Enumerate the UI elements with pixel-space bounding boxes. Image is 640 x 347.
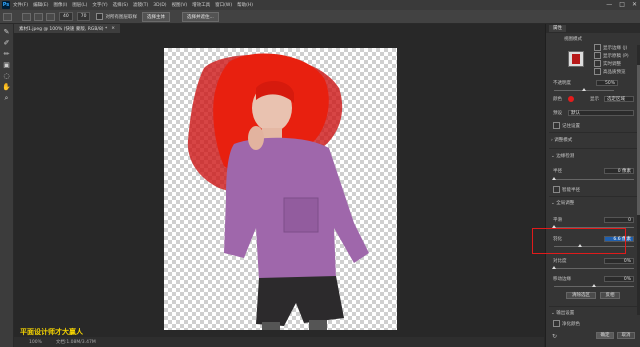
select-and-mask-button[interactable]: 选择并遮住...: [181, 11, 219, 22]
smooth-field[interactable]: 0: [604, 217, 634, 223]
decontaminate-option[interactable]: 净化颜色: [553, 320, 580, 327]
shift-edge-slider[interactable]: [554, 284, 634, 287]
menu-plugins[interactable]: 增效工具: [192, 2, 210, 8]
feather-highlight-box: [532, 228, 626, 254]
shift-edge-label: 移动边缘: [553, 277, 571, 282]
contrast-slider[interactable]: [552, 266, 634, 269]
hardness-field[interactable]: 70: [76, 12, 91, 21]
menu-bar: Ps 文件(F) 编辑(E) 图像(I) 图层(L) 文字(Y) 选择(S) 滤…: [0, 0, 640, 10]
watermark-text: 平面设计师才大赢人: [20, 328, 83, 336]
leather-shorts: [256, 276, 344, 326]
menu-window[interactable]: 窗口(W): [215, 2, 232, 8]
invert-button[interactable]: 反相: [600, 292, 620, 299]
view-mode-label: 视图模式: [564, 37, 582, 42]
object-select-icon[interactable]: ▣: [2, 61, 11, 70]
output-settings-section[interactable]: ⌄ 输出设置: [551, 310, 574, 316]
contrast-label: 对比度: [553, 259, 567, 264]
window-controls: — □ ✕: [606, 1, 637, 8]
opacity-slider-knob[interactable]: [582, 88, 586, 91]
cancel-button[interactable]: 取消: [617, 332, 635, 339]
remember-settings-option[interactable]: 记住设置: [553, 122, 580, 129]
preset-label: 预设: [553, 111, 562, 116]
adjust-mode-section[interactable]: › 调整模式: [551, 137, 572, 143]
new-selection-icon[interactable]: [22, 12, 31, 21]
menu-help[interactable]: 帮助(H): [237, 2, 253, 8]
opacity-label: 不透明度: [553, 81, 571, 86]
maximize-button[interactable]: □: [619, 1, 625, 8]
menu-file[interactable]: 文件(F): [13, 2, 28, 8]
smart-radius-option[interactable]: 智能半径: [553, 186, 580, 193]
minimize-button[interactable]: —: [606, 1, 612, 8]
select-subject-button[interactable]: 选择主体: [141, 11, 170, 22]
global-adjust-section[interactable]: ⌄ 全局调整: [551, 200, 574, 206]
menu-view[interactable]: 视图(V): [172, 2, 188, 8]
subtract-selection-icon[interactable]: [46, 12, 55, 21]
close-window-button[interactable]: ✕: [632, 1, 637, 8]
smooth-label: 平滑: [553, 218, 562, 223]
display-select[interactable]: 选定区域: [604, 96, 634, 102]
preset-select[interactable]: 默认: [568, 110, 634, 116]
view-mode-thumbnail[interactable]: [568, 51, 584, 67]
reset-icon[interactable]: ↻: [552, 333, 557, 340]
display-label: 显示: [590, 97, 599, 102]
edge-detection-section[interactable]: ⌄ 边缘检测: [551, 153, 574, 159]
menu-filter[interactable]: 滤镜(T): [133, 2, 148, 8]
menu-3d[interactable]: 3D(D): [153, 3, 166, 8]
brush-icon[interactable]: ✏: [2, 50, 11, 59]
properties-panel: 属性 视图模式 显示边缘 (J) 显示原稿 (P) 实时调整 高品质预览 不透明…: [545, 24, 640, 347]
hand-icon[interactable]: ✋: [2, 83, 11, 92]
clear-selection-button[interactable]: 清除选区: [566, 292, 596, 299]
show-edges-option[interactable]: 显示边缘 (J): [594, 44, 627, 51]
document-tab[interactable]: 素材1.jpeg @ 100% (快速 蒙版, RGB/8) * ×: [14, 24, 121, 33]
photo-subject: [187, 53, 369, 330]
opacity-slider[interactable]: [554, 88, 614, 91]
sweater-pocket: [283, 197, 319, 233]
close-tab-icon[interactable]: ×: [111, 26, 115, 31]
brush-size-field[interactable]: 40: [59, 12, 73, 21]
menu-edit[interactable]: 编辑(E): [33, 2, 48, 8]
shift-edge-field[interactable]: 0%: [604, 276, 634, 282]
radius-slider[interactable]: [552, 177, 634, 180]
document-info: 文档:1.08M/3.47M: [55, 340, 96, 345]
high-quality-option[interactable]: 高品质预览: [594, 68, 626, 75]
properties-tab[interactable]: 属性: [549, 25, 566, 32]
tools-panel: ✎ ✐ ✏ ▣ ◌ ✋ ⌕: [0, 24, 14, 347]
mask-color-swatch[interactable]: [568, 96, 574, 102]
menu-image[interactable]: 图像(I): [53, 2, 67, 8]
document-title: 素材1.jpeg @ 100% (快速 蒙版, RGB/8) *: [19, 26, 108, 32]
document-canvas[interactable]: [164, 48, 397, 330]
opacity-field[interactable]: 50%: [596, 80, 618, 86]
realtime-option[interactable]: 实时调整: [594, 60, 621, 67]
lasso-icon[interactable]: ◌: [2, 72, 11, 81]
color-label: 颜色: [553, 97, 562, 102]
menu-type[interactable]: 文字(Y): [92, 2, 107, 8]
quick-selection-icon[interactable]: ✎: [2, 28, 11, 37]
radius-field[interactable]: 0 像素: [604, 168, 634, 174]
status-bar: 100% 文档:1.08M/3.47M: [14, 337, 544, 347]
sample-all-layers-option[interactable]: 对所有图层取样: [96, 13, 137, 20]
canvas-workspace[interactable]: [14, 34, 544, 336]
zoom-icon[interactable]: ⌕: [2, 94, 11, 103]
ok-button[interactable]: 确定: [596, 332, 614, 339]
photoshop-logo[interactable]: Ps: [2, 1, 10, 9]
options-bar: 40 70 对所有图层取样 选择主体 选择并遮住...: [0, 10, 640, 24]
show-original-option[interactable]: 显示原稿 (P): [594, 52, 629, 59]
menu-select[interactable]: 选择(S): [113, 2, 128, 8]
refine-edge-brush-icon[interactable]: ✐: [2, 39, 11, 48]
radius-label: 半径: [553, 169, 562, 174]
document-tabbar: 素材1.jpeg @ 100% (快速 蒙版, RGB/8) * ×: [14, 24, 544, 33]
contrast-field[interactable]: 0%: [604, 258, 634, 264]
zoom-level[interactable]: 100%: [29, 340, 42, 345]
add-selection-icon[interactable]: [34, 12, 43, 21]
quick-selection-tool-icon[interactable]: [3, 12, 12, 21]
menu-layer[interactable]: 图层(L): [72, 2, 87, 8]
sample-all-layers-checkbox[interactable]: [96, 13, 104, 20]
